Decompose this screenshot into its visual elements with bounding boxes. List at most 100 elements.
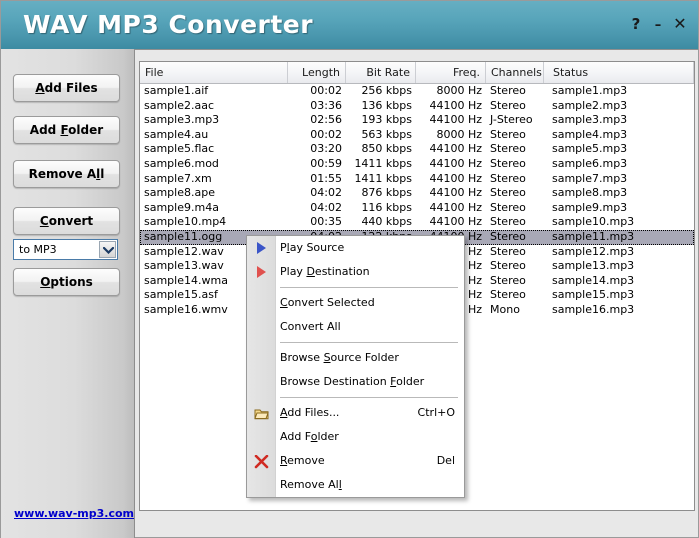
convert-button[interactable]: Convert [13,207,120,235]
cell-channels: Stereo [486,259,544,274]
play-triangle-blue-icon [254,241,270,255]
cell-status: sample6.mp3 [548,157,694,172]
cell-freq: 44100 Hz [416,157,486,172]
menu-item-label: Browse [280,351,324,364]
cell-bitrate: 850 kbps [346,142,416,157]
menu-item-play-destination[interactable]: Play Destination [247,260,464,284]
chevron-down-icon[interactable] [99,241,116,258]
cell-channels: Stereo [486,142,544,157]
menu-item-convert-all[interactable]: Convert All [247,315,464,339]
red-x-icon [254,454,270,468]
cell-file: sample9.m4a [140,201,288,216]
cell-status: sample5.mp3 [548,142,694,157]
cell-freq: 44100 Hz [416,142,486,157]
cell-status: sample15.mp3 [548,288,694,303]
cell-channels: Stereo [486,288,544,303]
menu-item-label: Remove Al [280,478,339,491]
cell-freq: 8000 Hz [416,128,486,143]
cell-status: sample9.mp3 [548,201,694,216]
table-row[interactable]: sample6.mod00:591411 kbps44100 HzStereos… [140,157,694,172]
cell-file: sample2.aac [140,99,288,114]
remove-all-button[interactable]: Remove All [13,160,120,188]
column-header-bitrate[interactable]: Bit Rate [346,62,416,83]
add-folder-label-post: older [68,123,103,137]
menu-item-label-post: dd Files... [287,406,339,419]
cell-channels: Stereo [486,186,544,201]
column-header-status[interactable]: Status [548,62,694,83]
add-files-button[interactable]: Add Files [13,74,120,102]
column-header-file[interactable]: File [140,62,288,83]
table-row[interactable]: sample1.aif00:02256 kbps8000 HzStereosam… [140,84,694,99]
cell-length: 00:02 [288,84,346,99]
play-triangle-red-icon [254,265,270,279]
table-row[interactable]: sample4.au00:02563 kbps8000 HzStereosamp… [140,128,694,143]
table-row[interactable]: sample10.mp400:35440 kbps44100 HzStereos… [140,215,694,230]
menu-separator [280,342,458,343]
menu-item-accel: D [306,265,314,278]
menu-item-remove-all[interactable]: Remove All [247,473,464,497]
cell-channels: Stereo [486,274,544,289]
table-row[interactable]: sample7.xm01:551411 kbps44100 HzStereosa… [140,172,694,187]
cell-status: sample2.mp3 [548,99,694,114]
column-header-freq[interactable]: Freq. [416,62,486,83]
cell-bitrate: 440 kbps [346,215,416,230]
menu-item-label-post: emove [287,454,325,467]
menu-item-label-post: lder [317,430,338,443]
add-folder-accel: F [60,123,68,137]
help-icon[interactable]: ? [627,15,645,33]
cell-length: 00:59 [288,157,346,172]
menu-item-play-source[interactable]: Play Source [247,236,464,260]
cell-bitrate: 256 kbps [346,84,416,99]
menu-item-browse-destination-folder[interactable]: Browse Destination Folder [247,370,464,394]
app-title: WAV MP3 Converter [23,10,313,39]
cell-status: sample7.mp3 [548,172,694,187]
options-accel: O [40,275,50,289]
add-folder-button[interactable]: Add Folder [13,116,120,144]
cell-status: sample3.mp3 [548,113,694,128]
output-format-select[interactable]: to MP3 [13,239,118,260]
menu-item-add-folder[interactable]: Add Folder [247,425,464,449]
menu-item-accel: S [324,351,331,364]
table-row[interactable]: sample3.mp302:56193 kbps44100 HzJ-Stereo… [140,113,694,128]
cell-length: 02:56 [288,113,346,128]
cell-freq: 44100 Hz [416,186,486,201]
cell-channels: Stereo [486,128,544,143]
website-link[interactable]: www.wav-mp3.com [14,507,134,520]
cell-length: 00:02 [288,128,346,143]
cell-bitrate: 1411 kbps [346,172,416,187]
cell-bitrate: 1411 kbps [346,157,416,172]
add-files-label-post: dd Files [45,81,98,95]
column-header-length[interactable]: Length [288,62,346,83]
menu-item-browse-source-folder[interactable]: Browse Source Folder [247,346,464,370]
table-row[interactable]: sample8.ape04:02876 kbps44100 HzStereosa… [140,186,694,201]
close-icon[interactable]: ✕ [671,15,689,33]
remove-all-label-post: l [100,167,104,181]
menu-item-shortcut: Del [437,449,455,473]
file-list-header: File Length Bit Rate Freq. Channels Stat… [140,62,694,84]
column-header-channels[interactable]: Channels [486,62,544,83]
menu-separator [280,397,458,398]
cell-length: 03:20 [288,142,346,157]
options-button[interactable]: Options [13,268,120,296]
output-format-value: to MP3 [19,243,57,256]
menu-item-label: Browse Destination [280,375,390,388]
table-row[interactable]: sample5.flac03:20850 kbps44100 HzStereos… [140,142,694,157]
application-window: WAV MP3 Converter ? – ✕ Add Files Add Fo… [0,0,699,538]
cell-channels: Stereo [486,157,544,172]
cell-freq: 44100 Hz [416,201,486,216]
context-menu[interactable]: Play SourcePlay Destination Convert Selec… [246,235,465,498]
add-files-accel: A [35,81,44,95]
menu-separator [280,287,458,288]
cell-status: sample12.mp3 [548,245,694,260]
menu-item-remove[interactable]: RemoveDel [247,449,464,473]
table-row[interactable]: sample2.aac03:36136 kbps44100 HzStereosa… [140,99,694,114]
cell-bitrate: 876 kbps [346,186,416,201]
menu-item-label: Add F [280,430,311,443]
menu-item-convert-selected[interactable]: Convert Selected [247,291,464,315]
table-row[interactable]: sample9.m4a04:02116 kbps44100 HzStereosa… [140,201,694,216]
cell-length: 00:35 [288,215,346,230]
menu-item-add-files[interactable]: Add Files...Ctrl+O [247,401,464,425]
menu-item-label: Play [280,265,306,278]
minimize-icon[interactable]: – [649,15,667,33]
menu-item-label-post: older [396,375,424,388]
